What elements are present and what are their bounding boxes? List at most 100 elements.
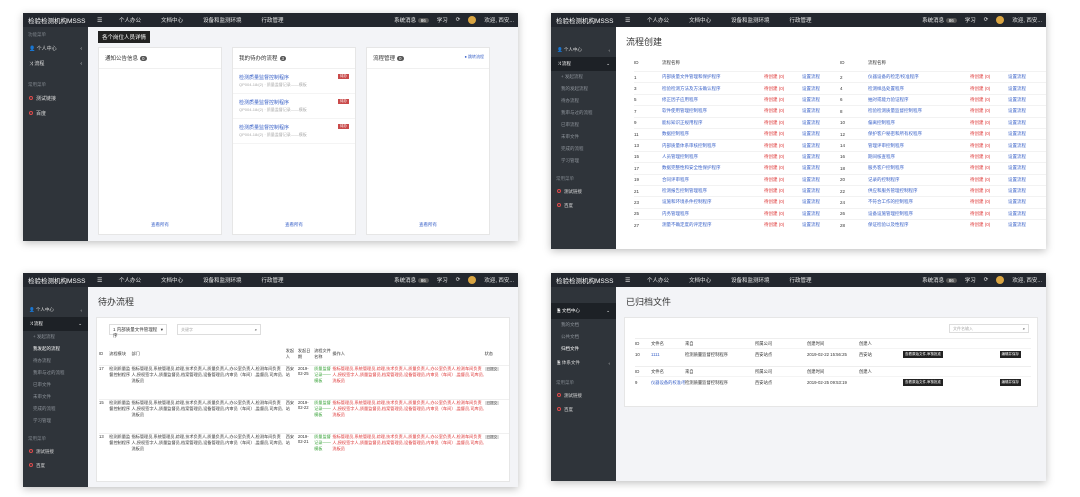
sidebar-sub-item[interactable]: 已审文件 xyxy=(23,379,88,391)
process-name[interactable]: 测量不确定度的评定程序 xyxy=(662,222,764,228)
create-status-link[interactable]: 待创建 (0) xyxy=(764,120,802,126)
nav-admin[interactable]: 行政管理 xyxy=(780,16,822,24)
set-flow-link[interactable]: 设置流程 xyxy=(1008,211,1038,217)
create-status-link[interactable]: 待创建 (0) xyxy=(970,199,1008,205)
sidebar-item-personal[interactable]: 👤 个人中心 ‹ xyxy=(23,303,88,317)
sidebar-sub-item[interactable]: + 发起流程 xyxy=(551,71,616,83)
set-flow-link[interactable]: 设置流程 xyxy=(802,222,840,228)
sidebar-link-test[interactable]: 测试链接 xyxy=(551,185,616,199)
set-flow-link[interactable]: 设置流程 xyxy=(802,86,840,92)
sidebar-link-baidu[interactable]: 百度 xyxy=(23,106,88,121)
create-status-link[interactable]: 待创建 (0) xyxy=(970,97,1008,103)
avatar[interactable] xyxy=(468,276,477,284)
sidebar-item-personal[interactable]: 👤 个人中心 ‹ xyxy=(23,41,88,56)
nav-admin[interactable]: 行政管理 xyxy=(780,276,822,284)
nav-documents[interactable]: 文档中心 xyxy=(679,16,721,24)
sidebar-item-flow[interactable]: ⤨ 流程 ‹ xyxy=(23,56,88,71)
staff-banner[interactable]: 各个岗位人员详情 xyxy=(98,31,151,43)
set-flow-link[interactable]: 设置流程 xyxy=(802,97,840,103)
list-item[interactable]: 检测质量监督控制程序 QP004-18/(2) · 质量监督记录——模板 待办 xyxy=(233,119,355,144)
sidebar-sub-item[interactable]: 我审与过的流程 xyxy=(23,367,88,379)
table-row[interactable]: 17 检测质量监督控制程序 指标管理员,系统管理员,综理,技术负责人,质量负责人,办… xyxy=(99,365,509,399)
process-name[interactable]: 内务管理程序 xyxy=(662,211,764,217)
row-file[interactable]: 质量监督记录——模板 xyxy=(314,433,332,467)
create-status-link[interactable]: 待创建 (0) xyxy=(970,86,1008,92)
set-flow-link[interactable]: 设置流程 xyxy=(1008,199,1038,205)
create-status-link[interactable]: 待创建 (0) xyxy=(764,188,802,194)
sidebar-link-test[interactable]: 测试链接 xyxy=(23,445,88,459)
process-name[interactable]: 服务客户控制程序 xyxy=(868,165,970,171)
process-name[interactable]: 设备设施管理控制程序 xyxy=(868,211,970,217)
row-file[interactable]: 质量监督记录——模板 xyxy=(314,365,332,399)
avatar[interactable] xyxy=(468,16,477,24)
brand-logo[interactable]: 检验检测机构MSSS xyxy=(551,275,625,285)
sidebar-link-baidu[interactable]: 百度 xyxy=(23,459,88,473)
create-status-link[interactable]: 待创建 (0) xyxy=(764,211,802,217)
brand-logo[interactable]: 检验检测机构MSSS xyxy=(23,275,97,285)
sidebar-link-baidu[interactable]: 百度 xyxy=(551,403,616,417)
process-name[interactable]: 偏离控制程序 xyxy=(868,120,970,126)
process-name[interactable]: 人员管理控制程序 xyxy=(662,154,764,160)
create-status-link[interactable]: 待创建 (0) xyxy=(764,222,802,228)
set-flow-link[interactable]: 设置流程 xyxy=(802,211,840,217)
study-link[interactable]: 学习 xyxy=(437,16,448,24)
create-status-link[interactable]: 待创建 (0) xyxy=(764,97,802,103)
set-flow-link[interactable]: 设置流程 xyxy=(1008,74,1038,80)
create-status-link[interactable]: 待创建 (0) xyxy=(764,131,802,137)
sidebar-item-personal[interactable]: 👤 个人中心 ‹ xyxy=(551,43,616,57)
process-name[interactable]: 内部质量体系审核控制程序 xyxy=(662,143,764,149)
sidebar-sub-item[interactable]: 公共文档 xyxy=(551,331,616,343)
create-status-link[interactable]: 待创建 (0) xyxy=(764,74,802,80)
sidebar-sub-item[interactable]: 完成的流程 xyxy=(23,403,88,415)
refresh-icon[interactable]: ⟳ xyxy=(456,277,461,283)
nav-documents[interactable]: 文档中心 xyxy=(151,16,193,24)
sidebar-sub-item[interactable]: + 发起流程 xyxy=(23,331,88,343)
refresh-icon[interactable]: ⟳ xyxy=(984,277,989,283)
process-name[interactable]: 保证检验以及性程序 xyxy=(868,222,970,228)
table-row[interactable]: 9 仪器设备的校准/检定程序检测质量监督控制程序 西安站点 2019-02-25 09… xyxy=(635,376,1031,388)
nav-equipment[interactable]: 设备和监测环境 xyxy=(193,276,252,284)
create-status-link[interactable]: 待创建 (0) xyxy=(970,165,1008,171)
avatar[interactable] xyxy=(996,16,1005,24)
create-status-link[interactable]: 待创建 (0) xyxy=(764,177,802,183)
set-flow-link[interactable]: 设置流程 xyxy=(1008,131,1038,137)
set-flow-link[interactable]: 设置流程 xyxy=(802,120,840,126)
table-row[interactable]: 15 检测质量监督控制程序 指标管理员,系统管理员,综理,技术负责人,质量负责人,办… xyxy=(99,399,509,433)
sidebar-sub-item[interactable]: 已审流程 xyxy=(551,119,616,131)
sidebar-sub-item[interactable]: 归档文件 xyxy=(551,343,616,355)
menu-toggle-icon[interactable]: ☰ xyxy=(625,17,637,24)
menu-toggle-icon[interactable]: ☰ xyxy=(97,277,109,284)
nav-personal[interactable]: 个人办公 xyxy=(637,276,679,284)
process-name[interactable]: 检验检测方法及方法确认程序 xyxy=(662,86,764,92)
process-name[interactable]: 检测样品处置程序 xyxy=(868,86,970,92)
process-name[interactable]: 内部质量文件管理和保护程序 xyxy=(662,74,764,80)
process-name[interactable]: 数据完整性和安全性保护程序 xyxy=(662,165,764,171)
sidebar-sub-item[interactable]: 待办流程 xyxy=(23,355,88,367)
create-status-link[interactable]: 待创建 (0) xyxy=(970,188,1008,194)
system-messages[interactable]: 系统消息 86 xyxy=(394,276,429,284)
sidebar-link-test[interactable]: 测试链接 xyxy=(551,389,616,403)
study-link[interactable]: 学习 xyxy=(965,276,976,284)
cell-name[interactable]: 仪器设备的校准/检定程序 xyxy=(651,380,685,386)
create-status-link[interactable]: 待创建 (0) xyxy=(970,222,1008,228)
system-messages[interactable]: 系统消息 86 xyxy=(922,16,957,24)
sidebar-item-documents[interactable]: 🗎 文档中心 ⌄ xyxy=(551,303,616,319)
nav-personal[interactable]: 个人办公 xyxy=(109,16,151,24)
create-status-link[interactable]: 待创建 (0) xyxy=(970,143,1008,149)
create-status-link[interactable]: 待创建 (0) xyxy=(970,154,1008,160)
set-flow-link[interactable]: 设置流程 xyxy=(802,177,840,183)
process-name[interactable]: 数据控制程序 xyxy=(662,131,764,137)
set-flow-link[interactable]: 设置流程 xyxy=(1008,108,1038,114)
sidebar-sub-item[interactable]: 待办流程 xyxy=(551,95,616,107)
create-status-link[interactable]: 待创建 (0) xyxy=(764,143,802,149)
process-name[interactable]: 记录的控制程序 xyxy=(868,177,970,183)
edit-save-button[interactable]: 编辑并保存 xyxy=(999,351,1021,358)
sidebar-sub-item[interactable]: 我发起的流程 xyxy=(23,343,88,355)
menu-toggle-icon[interactable]: ☰ xyxy=(625,277,637,284)
system-messages[interactable]: 系统消息 86 xyxy=(394,16,429,24)
process-name[interactable]: 软件使用管理控制程序 xyxy=(662,108,764,114)
nav-equipment[interactable]: 设备和监测环境 xyxy=(721,16,780,24)
set-flow-link[interactable]: 设置流程 xyxy=(1008,165,1038,171)
sidebar-item-flow[interactable]: ⤨ 流程 ⌄ xyxy=(23,317,88,331)
process-name[interactable]: 管理评审控制程序 xyxy=(868,143,970,149)
